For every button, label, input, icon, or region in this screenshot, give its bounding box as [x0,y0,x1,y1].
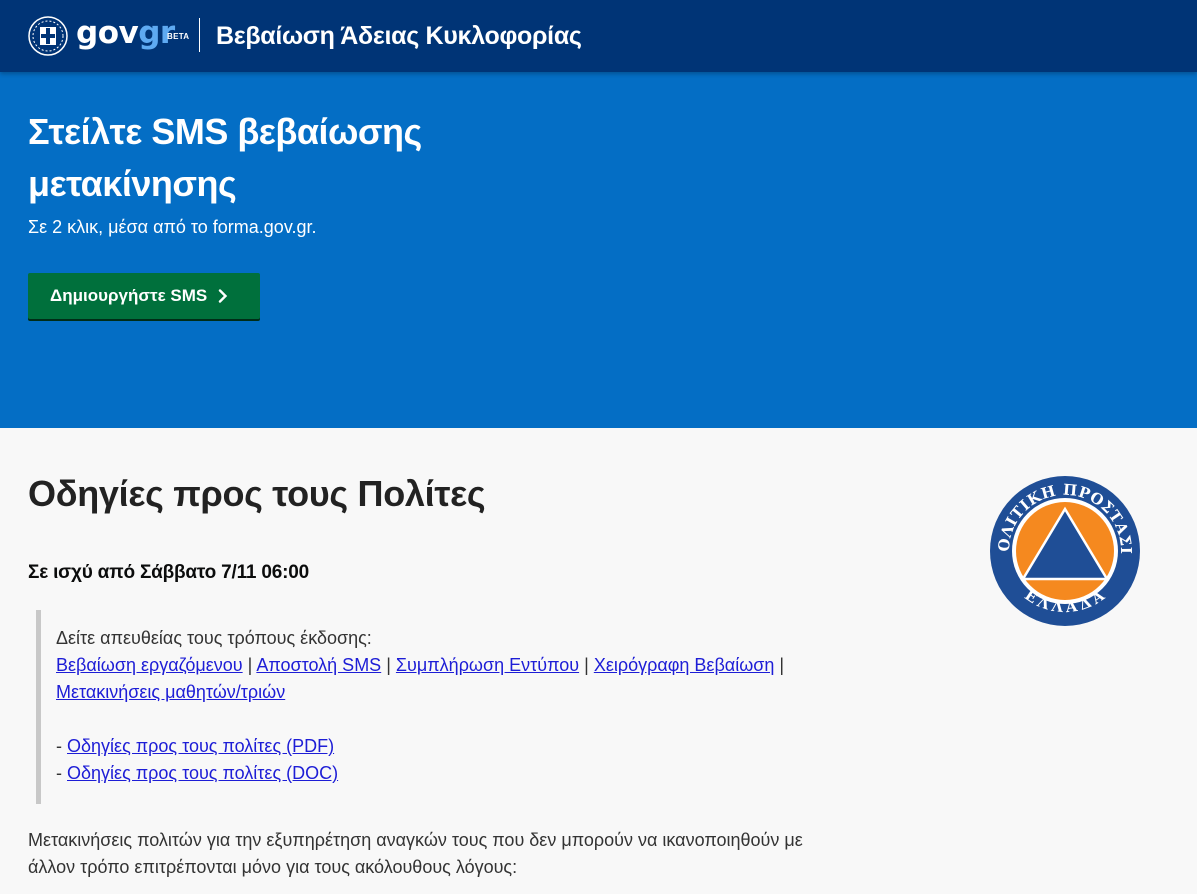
hero-banner: Στείλτε SMS βεβαίωσης μετακίνησης Σε 2 κ… [0,72,1197,428]
create-sms-button-label: Δημιουργήστε SMS [50,286,208,305]
chevron-right-icon [219,289,228,303]
site-header: govgr BETA Βεβαίωση Άδειας Κυκλοφορίας [0,0,1197,72]
govgr-logo[interactable]: govgr [76,13,175,53]
link-separator: | [779,655,785,675]
doc-link-row-pdf: - Οδηγίες προς τους πολίτες (PDF) [56,733,836,760]
link-student-movements[interactable]: Μετακινήσεις μαθητών/τριών [56,682,285,702]
effective-date: Σε ισχύ από Σάββατο 7/11 06:00 [28,562,309,583]
link-instructions-doc[interactable]: Οδηγίες προς τους πολίτες (DOC) [67,763,338,783]
movement-rules-paragraph: Μετακινήσεις πολιτών για την εξυπηρέτηση… [28,830,803,877]
link-separator: | [247,655,253,675]
link-instructions-pdf[interactable]: Οδηγίες προς τους πολίτες (PDF) [67,736,334,756]
link-send-sms[interactable]: Αποστολή SMS [256,655,381,675]
doc-link-row-doc: - Οδηγίες προς τους πολίτες (DOC) [56,760,836,787]
header-divider [199,18,200,52]
link-separator: | [386,655,391,675]
quote-intro: Δείτε απευθείας τους τρόπους έκδοσης: [56,628,372,648]
service-title[interactable]: Βεβαίωση Άδειας Κυκλοφορίας [216,20,582,52]
create-sms-button[interactable]: Δημιουργήστε SMS [28,273,260,319]
issuance-links: Βεβαίωση εργαζόμενου | Αποστολή SMS | Συ… [56,652,836,706]
link-separator: | [584,655,589,675]
beta-badge: BETA [167,32,190,41]
link-employee-certificate[interactable]: Βεβαίωση εργαζόμενου [56,655,243,675]
instructions-quote: Δείτε απευθείας τους τρόπους έκδοσης: Βε… [36,610,836,804]
page-title: Οδηγίες προς τους Πολίτες [28,473,486,514]
greek-emblem-icon[interactable] [28,16,68,56]
hero-subtitle: Σε 2 κλικ, μέσα από το forma.gov.gr. [28,217,317,237]
link-handwritten-certificate[interactable]: Χειρόγραφη Βεβαίωση [594,655,775,675]
list-dash: - [56,736,62,756]
civil-protection-logo: ΠΟΛΙΤΙΚΗ ΠΡΟΣΤΑΣΙΑ ΕΛΛΑΔΑ [989,475,1140,626]
list-dash: - [56,763,62,783]
hero-title: Στείλτε SMS βεβαίωσης μετακίνησης [28,111,422,204]
link-fill-form[interactable]: Συμπλήρωση Εντύπου [396,655,579,675]
